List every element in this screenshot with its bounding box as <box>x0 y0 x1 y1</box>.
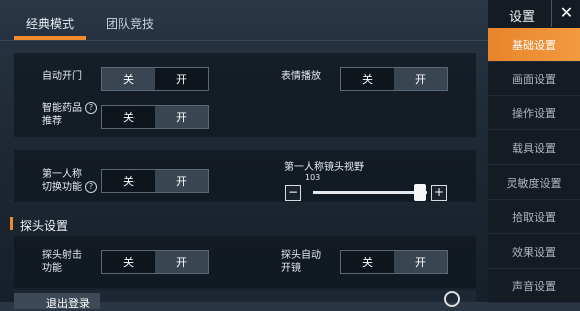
peek-section-title: 探头设置 <box>20 219 69 233</box>
peek-scope-toggle: 关 开 <box>340 250 448 274</box>
fov-slider-track[interactable] <box>313 191 427 194</box>
fpp-switch-label-line2: 切换功能 <box>42 182 82 193</box>
fpp-switch-on-button[interactable]: 开 <box>155 170 208 192</box>
smart-meds-toggle: 关 开 <box>101 105 209 129</box>
fov-increase-button[interactable]: + <box>431 185 447 201</box>
peek-fire-label-line2: 功能 <box>42 263 62 274</box>
peek-scope-label: 探头自动 开镜 <box>281 249 321 275</box>
fpp-switch-toggle: 关 开 <box>101 169 209 193</box>
fov-decrease-button[interactable]: − <box>285 185 301 201</box>
peek-fire-off-button[interactable]: 关 <box>102 251 155 273</box>
tab-team-deathmatch[interactable]: 团队竞技 <box>106 15 154 32</box>
emote-label: 表情播放 <box>281 71 321 82</box>
sidebar-title: 设置 <box>509 10 536 25</box>
emote-on-button[interactable]: 开 <box>394 68 447 90</box>
peek-scope-on-button[interactable]: 开 <box>394 251 447 273</box>
section-accent-bar <box>10 217 13 230</box>
tab-divider <box>0 40 488 41</box>
sidebar-item-vehicle[interactable]: 载具设置 <box>488 131 580 165</box>
smart-meds-label-line1: 智能药品 <box>42 103 82 114</box>
auto-door-on-button[interactable]: 开 <box>155 68 208 90</box>
help-icon[interactable]: ? <box>85 181 97 193</box>
fpp-fov-value: 103 <box>305 173 321 182</box>
sidebar-item-pickup[interactable]: 拾取设置 <box>488 200 580 234</box>
emote-off-button[interactable]: 关 <box>341 68 394 90</box>
smart-meds-off-button[interactable]: 关 <box>102 106 155 128</box>
peek-fire-on-button[interactable]: 开 <box>155 251 208 273</box>
fpp-switch-label: 第一人称 切换功能? <box>42 168 97 194</box>
logout-button[interactable]: 退出登录 <box>14 293 100 310</box>
smart-meds-on-button[interactable]: 开 <box>155 106 208 128</box>
peek-fire-label: 探头射击 功能 <box>42 249 82 275</box>
peek-scope-off-button[interactable]: 关 <box>341 251 394 273</box>
auto-door-toggle: 关 开 <box>101 67 209 91</box>
fov-slider-thumb[interactable] <box>414 184 426 201</box>
peek-fire-toggle: 关 开 <box>101 250 209 274</box>
smart-meds-label-line2: 推荐 <box>42 116 62 127</box>
sidebar-item-graphics[interactable]: 画面设置 <box>488 62 580 96</box>
auto-door-off-button[interactable]: 关 <box>102 68 155 90</box>
service-icon[interactable] <box>444 291 460 307</box>
fpp-switch-off-button[interactable]: 关 <box>102 170 155 192</box>
logout-label: 退出登录 <box>46 297 90 310</box>
sidebar-item-sensitivity[interactable]: 灵敏度设置 <box>488 166 580 200</box>
sidebar-item-basic[interactable]: 基础设置 <box>488 28 580 62</box>
emote-toggle: 关 开 <box>340 67 448 91</box>
help-icon[interactable]: ? <box>85 102 97 114</box>
peek-fire-label-line1: 探头射击 <box>42 250 82 261</box>
smart-meds-label: 智能药品? 推荐 <box>42 102 97 128</box>
fpp-fov-title: 第一人称镜头视野 <box>284 162 364 173</box>
sidebar-item-controls[interactable]: 操作设置 <box>488 96 580 130</box>
tab-classic-mode[interactable]: 经典模式 <box>26 15 74 32</box>
auto-door-label: 自动开门 <box>42 71 82 82</box>
peek-scope-label-line2: 开镜 <box>281 263 301 274</box>
peek-scope-label-line1: 探头自动 <box>281 250 321 261</box>
fpp-switch-label-line1: 第一人称 <box>42 169 82 180</box>
sidebar-item-effects[interactable]: 效果设置 <box>488 235 580 269</box>
close-icon[interactable]: ✕ <box>551 0 580 27</box>
sidebar-item-audio[interactable]: 声音设置 <box>488 269 580 303</box>
